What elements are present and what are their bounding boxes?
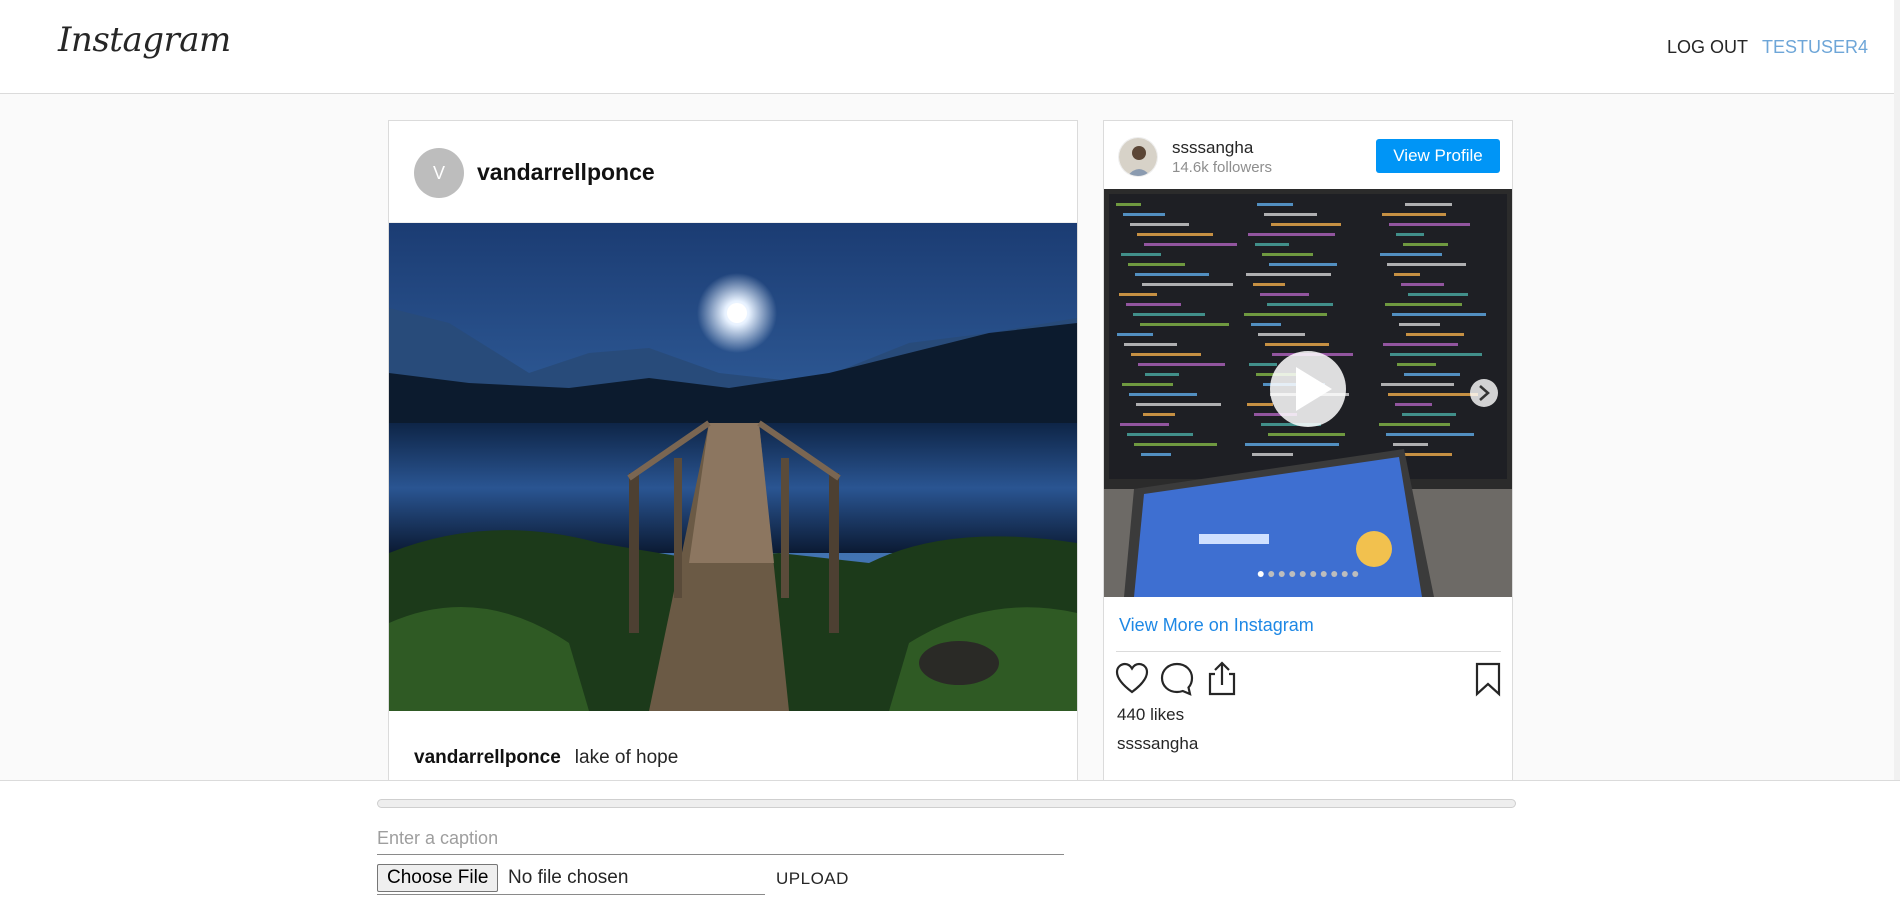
post-actions [1114, 661, 1504, 701]
carousel-dot[interactable] [1299, 571, 1306, 577]
choose-file-button[interactable]: Choose File [377, 864, 499, 892]
carousel-dot[interactable] [1320, 571, 1327, 577]
post-card: V vandarrellponce vandarrellponce lake o… [388, 120, 1078, 820]
file-status: No file chosen [508, 867, 629, 888]
embed-media-carousel[interactable] [1104, 189, 1512, 597]
page-scrollbar[interactable] [1894, 0, 1900, 911]
caption-text: lake of hope [574, 747, 679, 768]
caption-username[interactable]: vandarrellponce [414, 747, 561, 768]
embed-divider [1116, 651, 1501, 652]
carousel-next-icon[interactable] [1470, 379, 1498, 407]
comment-icon[interactable] [1159, 661, 1195, 697]
carousel-dot[interactable] [1278, 571, 1285, 577]
post-image [389, 223, 1077, 711]
carousel-dot[interactable] [1341, 571, 1348, 577]
embed-avatar[interactable] [1118, 137, 1158, 177]
upload-panel: Choose File No file chosen UPLOAD [0, 780, 1900, 911]
carousel-dot[interactable] [1289, 571, 1296, 577]
post-header: V vandarrellponce [389, 121, 1077, 223]
share-icon[interactable] [1204, 661, 1240, 697]
upload-button[interactable]: UPLOAD [776, 869, 849, 889]
heart-icon[interactable] [1114, 661, 1150, 697]
likes-count: 440 likes [1117, 705, 1185, 724]
current-user-link[interactable]: TESTUSER4 [1762, 37, 1868, 58]
logout-link[interactable]: LOG OUT [1667, 37, 1748, 58]
top-nav-bar: Instagram LOG OUT TESTUSER4 [0, 0, 1900, 94]
embed-followers: 14.6k followers [1172, 159, 1273, 176]
embed-username[interactable]: ssssangha [1172, 138, 1253, 158]
post-avatar[interactable]: V [414, 148, 464, 198]
lake-dock-photo [389, 223, 1077, 711]
post-caption: vandarrellponce lake of hope [414, 747, 678, 769]
file-picker: Choose File No file chosen [377, 863, 765, 895]
carousel-dot[interactable] [1257, 571, 1264, 577]
view-profile-button[interactable]: View Profile [1376, 139, 1500, 173]
post-owner[interactable]: ssssangha [1117, 734, 1198, 754]
view-more-link[interactable]: View More on Instagram [1119, 615, 1314, 636]
carousel-dot[interactable] [1352, 571, 1359, 577]
upload-progress-bar [377, 799, 1516, 808]
carousel-dot[interactable] [1310, 571, 1317, 577]
code-screen-photo [1104, 189, 1512, 597]
caption-input[interactable] [377, 823, 1064, 855]
instagram-embed-card: ssssangha 14.6k followers View Profile V… [1103, 120, 1513, 820]
profile-photo-icon [1119, 138, 1157, 176]
carousel-dot[interactable] [1331, 571, 1338, 577]
bookmark-icon[interactable] [1470, 661, 1506, 697]
carousel-dot[interactable] [1268, 571, 1275, 577]
instagram-logo[interactable]: Instagram [58, 20, 231, 60]
post-username[interactable]: vandarrellponce [477, 159, 655, 186]
